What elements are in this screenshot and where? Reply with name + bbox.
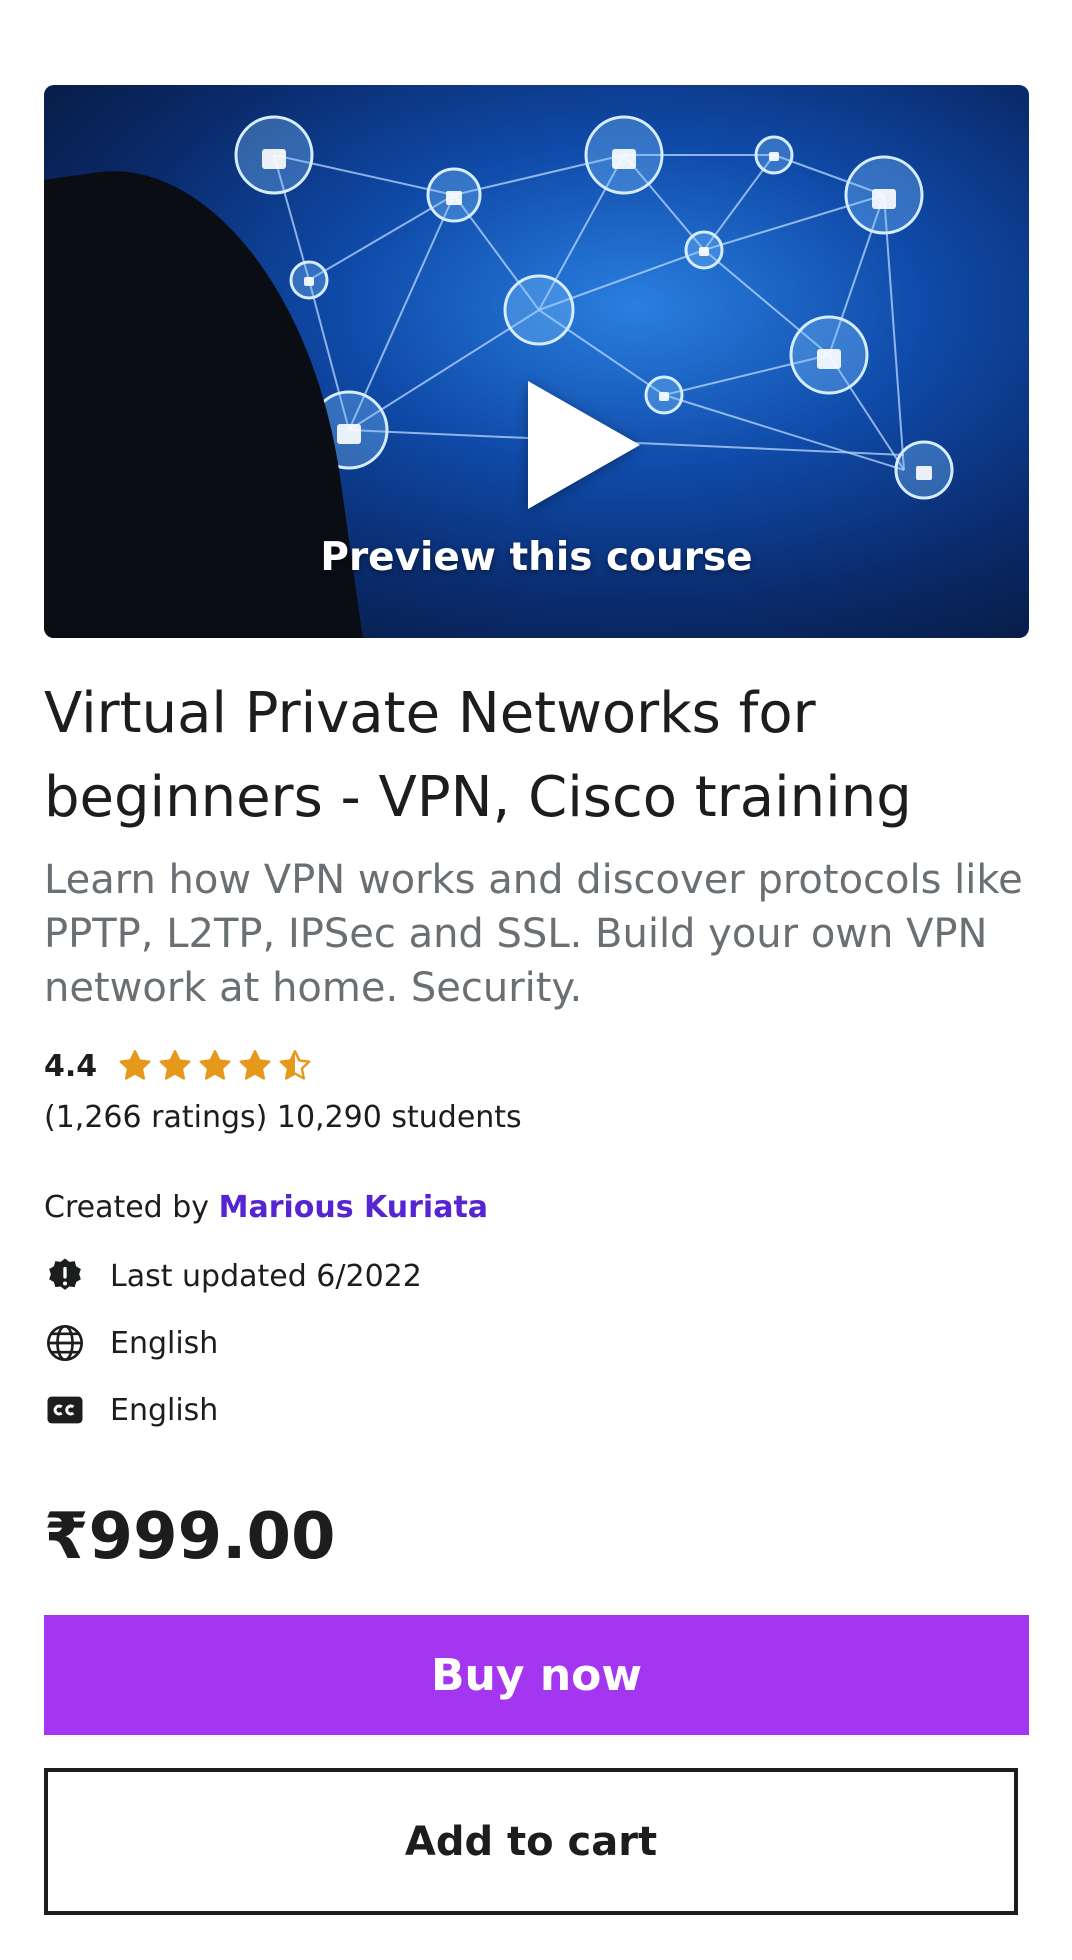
last-updated-row: Last updated 6/2022: [44, 1255, 422, 1297]
rating-value: 4.4: [44, 1048, 98, 1084]
language-text: English: [110, 1325, 219, 1361]
rating-row: 4.4: [44, 1042, 313, 1090]
captions-row: English: [44, 1389, 218, 1431]
preview-label-container: Preview this course: [44, 85, 1029, 638]
course-preview-video[interactable]: Preview this course: [44, 85, 1029, 638]
rating-stars: [117, 1048, 313, 1084]
alert-badge-icon: [44, 1255, 86, 1297]
add-to-cart-button[interactable]: Add to cart: [44, 1768, 1018, 1915]
last-updated-text: Last updated 6/2022: [110, 1258, 422, 1294]
star-full-icon: [239, 1050, 271, 1080]
preview-label[interactable]: Preview this course: [44, 535, 1029, 580]
closed-captions-icon: [44, 1389, 86, 1431]
course-title: Virtual Private Networks for beginners -…: [44, 681, 912, 830]
captions-text: English: [110, 1392, 219, 1428]
star-full-icon: [199, 1050, 231, 1080]
created-by-label: Created by: [44, 1190, 210, 1225]
star-half-icon: [279, 1050, 311, 1080]
buy-now-button[interactable]: Buy now: [44, 1615, 1029, 1735]
course-price: ₹999.00: [44, 1500, 336, 1574]
star-full-icon: [119, 1050, 151, 1080]
course-subtitle: Learn how VPN works and discover protoco…: [44, 857, 1023, 1011]
globe-icon: [44, 1322, 86, 1364]
language-row: English: [44, 1322, 218, 1364]
rating-counts[interactable]: (1,266 ratings) 10,290 students: [44, 1100, 522, 1135]
star-full-icon: [159, 1050, 191, 1080]
created-by: Created by Marious Kuriata: [44, 1190, 488, 1225]
author-link[interactable]: Marious Kuriata: [219, 1190, 488, 1225]
